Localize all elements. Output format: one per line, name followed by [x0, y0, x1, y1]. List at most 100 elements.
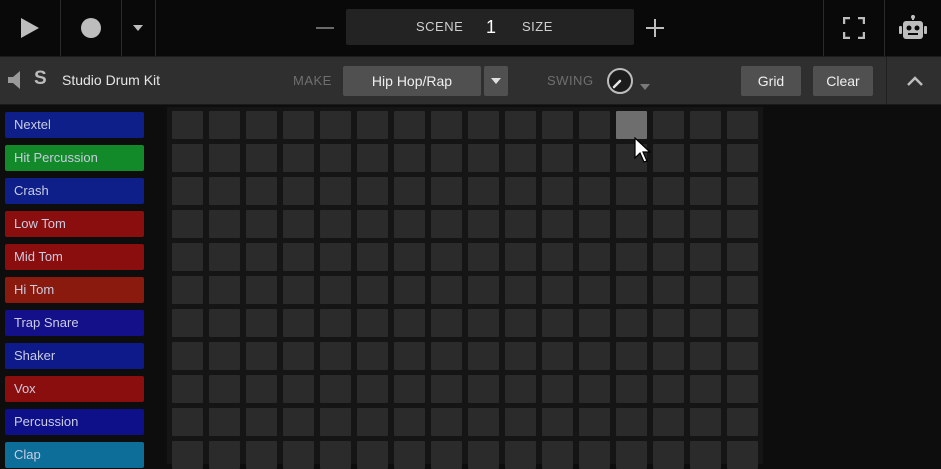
step-pad[interactable] — [320, 144, 351, 172]
step-pad[interactable] — [505, 375, 536, 403]
step-pad[interactable] — [172, 342, 203, 370]
step-pad[interactable] — [357, 441, 388, 469]
step-pad[interactable] — [690, 111, 721, 139]
step-pad[interactable] — [579, 111, 610, 139]
step-pad[interactable] — [579, 309, 610, 337]
step-pad[interactable] — [172, 177, 203, 205]
step-pad[interactable] — [505, 276, 536, 304]
step-pad[interactable] — [505, 210, 536, 238]
step-pad[interactable] — [505, 243, 536, 271]
step-pad[interactable] — [320, 243, 351, 271]
step-pad[interactable] — [579, 210, 610, 238]
drum-track-button[interactable]: Nextel — [5, 112, 144, 138]
step-pad[interactable] — [283, 210, 314, 238]
step-pad[interactable] — [505, 144, 536, 172]
step-pad[interactable] — [727, 111, 758, 139]
step-pad[interactable] — [209, 375, 240, 403]
step-pad[interactable] — [690, 210, 721, 238]
step-pad[interactable] — [579, 177, 610, 205]
drum-track-button[interactable]: Shaker — [5, 343, 144, 369]
drum-track-button[interactable]: Crash — [5, 178, 144, 204]
collapse-button[interactable] — [886, 57, 941, 104]
step-pad[interactable] — [542, 177, 573, 205]
step-pad[interactable] — [394, 441, 425, 469]
step-pad[interactable] — [690, 276, 721, 304]
step-pad[interactable] — [616, 375, 647, 403]
step-pad[interactable] — [727, 210, 758, 238]
drum-track-button[interactable]: Hi Tom — [5, 277, 144, 303]
step-pad[interactable] — [394, 342, 425, 370]
step-pad[interactable] — [394, 276, 425, 304]
step-pad[interactable] — [172, 441, 203, 469]
step-pad[interactable] — [283, 375, 314, 403]
ai-assistant-button[interactable] — [885, 0, 941, 56]
step-pad[interactable] — [653, 342, 684, 370]
step-pad[interactable] — [357, 243, 388, 271]
step-pad[interactable] — [246, 441, 277, 469]
step-pad[interactable] — [357, 177, 388, 205]
step-pad[interactable] — [727, 375, 758, 403]
step-pad[interactable] — [616, 276, 647, 304]
step-pad[interactable] — [690, 309, 721, 337]
step-pad[interactable] — [357, 375, 388, 403]
step-pad[interactable] — [394, 144, 425, 172]
step-pad[interactable] — [727, 144, 758, 172]
step-pad[interactable] — [431, 210, 462, 238]
drum-track-button[interactable]: Hit Percussion — [5, 145, 144, 171]
step-pad[interactable] — [246, 342, 277, 370]
drum-track-button[interactable]: Low Tom — [5, 211, 144, 237]
drum-track-button[interactable]: Vox — [5, 376, 144, 402]
scene-increase-button[interactable] — [634, 0, 676, 56]
step-pad[interactable] — [616, 441, 647, 469]
step-pad[interactable] — [172, 408, 203, 436]
step-pad[interactable] — [283, 342, 314, 370]
step-pad[interactable] — [727, 309, 758, 337]
step-pad[interactable] — [320, 342, 351, 370]
step-pad[interactable] — [172, 276, 203, 304]
step-pad[interactable] — [653, 210, 684, 238]
step-pad[interactable] — [246, 177, 277, 205]
step-pad[interactable] — [468, 111, 499, 139]
step-pad[interactable] — [431, 375, 462, 403]
step-pad[interactable] — [468, 144, 499, 172]
step-pad[interactable] — [468, 243, 499, 271]
step-pad[interactable] — [431, 408, 462, 436]
drum-track-button[interactable]: Clap — [5, 442, 144, 468]
step-pad[interactable] — [542, 144, 573, 172]
step-pad[interactable] — [283, 408, 314, 436]
step-pad[interactable] — [690, 177, 721, 205]
step-pad[interactable] — [616, 177, 647, 205]
step-pad[interactable] — [542, 210, 573, 238]
step-pad[interactable] — [357, 111, 388, 139]
step-pad[interactable] — [616, 111, 647, 139]
drum-track-button[interactable]: Trap Snare — [5, 310, 144, 336]
step-pad[interactable] — [394, 177, 425, 205]
step-pad[interactable] — [431, 276, 462, 304]
step-pad[interactable] — [690, 375, 721, 403]
step-pad[interactable] — [394, 375, 425, 403]
step-pad[interactable] — [357, 408, 388, 436]
step-pad[interactable] — [653, 408, 684, 436]
step-pad[interactable] — [542, 408, 573, 436]
step-pad[interactable] — [653, 375, 684, 403]
genre-select[interactable]: Hip Hop/Rap — [343, 66, 481, 96]
step-pad[interactable] — [579, 408, 610, 436]
step-pad[interactable] — [542, 342, 573, 370]
step-pad[interactable] — [320, 309, 351, 337]
step-pad[interactable] — [505, 111, 536, 139]
step-pad[interactable] — [172, 243, 203, 271]
step-pad[interactable] — [320, 441, 351, 469]
step-pad[interactable] — [468, 441, 499, 469]
step-pad[interactable] — [616, 408, 647, 436]
step-pad[interactable] — [357, 276, 388, 304]
step-pad[interactable] — [246, 210, 277, 238]
step-pad[interactable] — [209, 342, 240, 370]
step-pad[interactable] — [468, 408, 499, 436]
record-options-button[interactable] — [122, 0, 154, 56]
step-pad[interactable] — [209, 243, 240, 271]
step-pad[interactable] — [283, 177, 314, 205]
step-pad[interactable] — [320, 375, 351, 403]
genre-dropdown-button[interactable] — [484, 66, 508, 96]
step-pad[interactable] — [246, 408, 277, 436]
step-pad[interactable] — [542, 243, 573, 271]
